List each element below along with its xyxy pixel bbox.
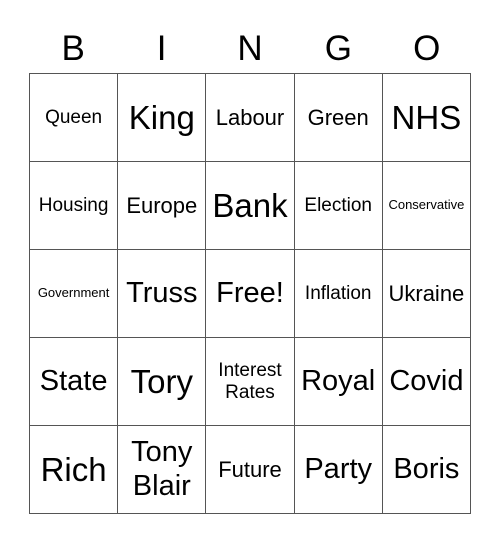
bingo-cell-label: Party xyxy=(304,452,373,485)
bingo-cell-label: Election xyxy=(304,194,372,216)
bingo-cell[interactable]: Bank xyxy=(206,162,295,250)
bingo-cell-label: Future xyxy=(218,456,282,482)
bingo-cell[interactable]: NHS xyxy=(382,74,471,162)
bingo-cell-label: Rich xyxy=(40,450,107,488)
bingo-cell-label: Europe xyxy=(126,192,198,218)
bingo-cell-label: Housing xyxy=(38,194,109,216)
bingo-cell[interactable]: Rich xyxy=(30,426,119,514)
bingo-cell-label: Labour xyxy=(215,104,285,130)
bingo-cell-label: Tony Blair xyxy=(131,436,193,502)
bingo-cell-label: Ukraine xyxy=(388,280,465,306)
bingo-cell[interactable]: King xyxy=(118,74,207,162)
bingo-cell-label: Green xyxy=(307,104,369,130)
bingo-cell-label: Conservative xyxy=(388,197,465,213)
bingo-cell[interactable]: Tony Blair xyxy=(118,426,207,514)
bingo-cell-label: King xyxy=(128,98,195,136)
header-letter-n: N xyxy=(237,29,263,68)
bingo-cell[interactable]: Inflation xyxy=(294,250,383,338)
bingo-cell[interactable]: Government xyxy=(30,250,119,338)
bingo-cell-label: Boris xyxy=(393,452,460,485)
bingo-cell[interactable]: Ukraine xyxy=(382,250,471,338)
bingo-header: B I N G O xyxy=(29,28,471,70)
bingo-cell[interactable]: Future xyxy=(206,426,295,514)
bingo-cell-label: Interest Rates xyxy=(218,359,282,403)
bingo-cell[interactable]: Truss xyxy=(118,250,207,338)
bingo-cell-label: Tory xyxy=(130,362,193,400)
bingo-cell-label: State xyxy=(39,364,108,397)
bingo-cell-label: Royal xyxy=(301,364,376,397)
bingo-cell[interactable]: Party xyxy=(294,426,383,514)
bingo-cell[interactable]: Covid xyxy=(382,338,471,426)
bingo-cell[interactable]: Housing xyxy=(30,162,119,250)
bingo-cell-label: Queen xyxy=(45,106,103,128)
header-letter-o: O xyxy=(413,29,441,68)
header-letter-g: G xyxy=(324,29,352,68)
bingo-cell[interactable]: Election xyxy=(294,162,383,250)
bingo-cell[interactable]: State xyxy=(30,338,119,426)
bingo-cell-label: NHS xyxy=(391,98,462,136)
bingo-cell-label: Government xyxy=(37,285,110,301)
bingo-cell-label: Truss xyxy=(126,276,198,309)
bingo-cell[interactable]: Conservative xyxy=(382,162,471,250)
header-letter-b: B xyxy=(61,29,85,68)
bingo-cell-label: Covid xyxy=(389,364,464,397)
bingo-cell[interactable]: Boris xyxy=(382,426,471,514)
bingo-cell[interactable]: Interest Rates xyxy=(206,338,295,426)
bingo-cell-label: Free! xyxy=(216,276,284,309)
bingo-grid: Queen King Labour Green NHS Housing Europe Bank… xyxy=(29,73,471,514)
bingo-cell[interactable]: Queen xyxy=(30,74,119,162)
bingo-cell-label: Bank xyxy=(212,186,288,224)
bingo-cell[interactable]: Europe xyxy=(118,162,207,250)
bingo-cell-label: Inflation xyxy=(304,282,372,304)
bingo-cell[interactable]: Labour xyxy=(206,74,295,162)
header-letter-i: I xyxy=(156,29,167,68)
bingo-cell[interactable]: Tory xyxy=(118,338,207,426)
bingo-cell[interactable]: Green xyxy=(294,74,383,162)
bingo-cell[interactable]: Royal xyxy=(294,338,383,426)
bingo-cell[interactable]: Free! xyxy=(206,250,295,338)
